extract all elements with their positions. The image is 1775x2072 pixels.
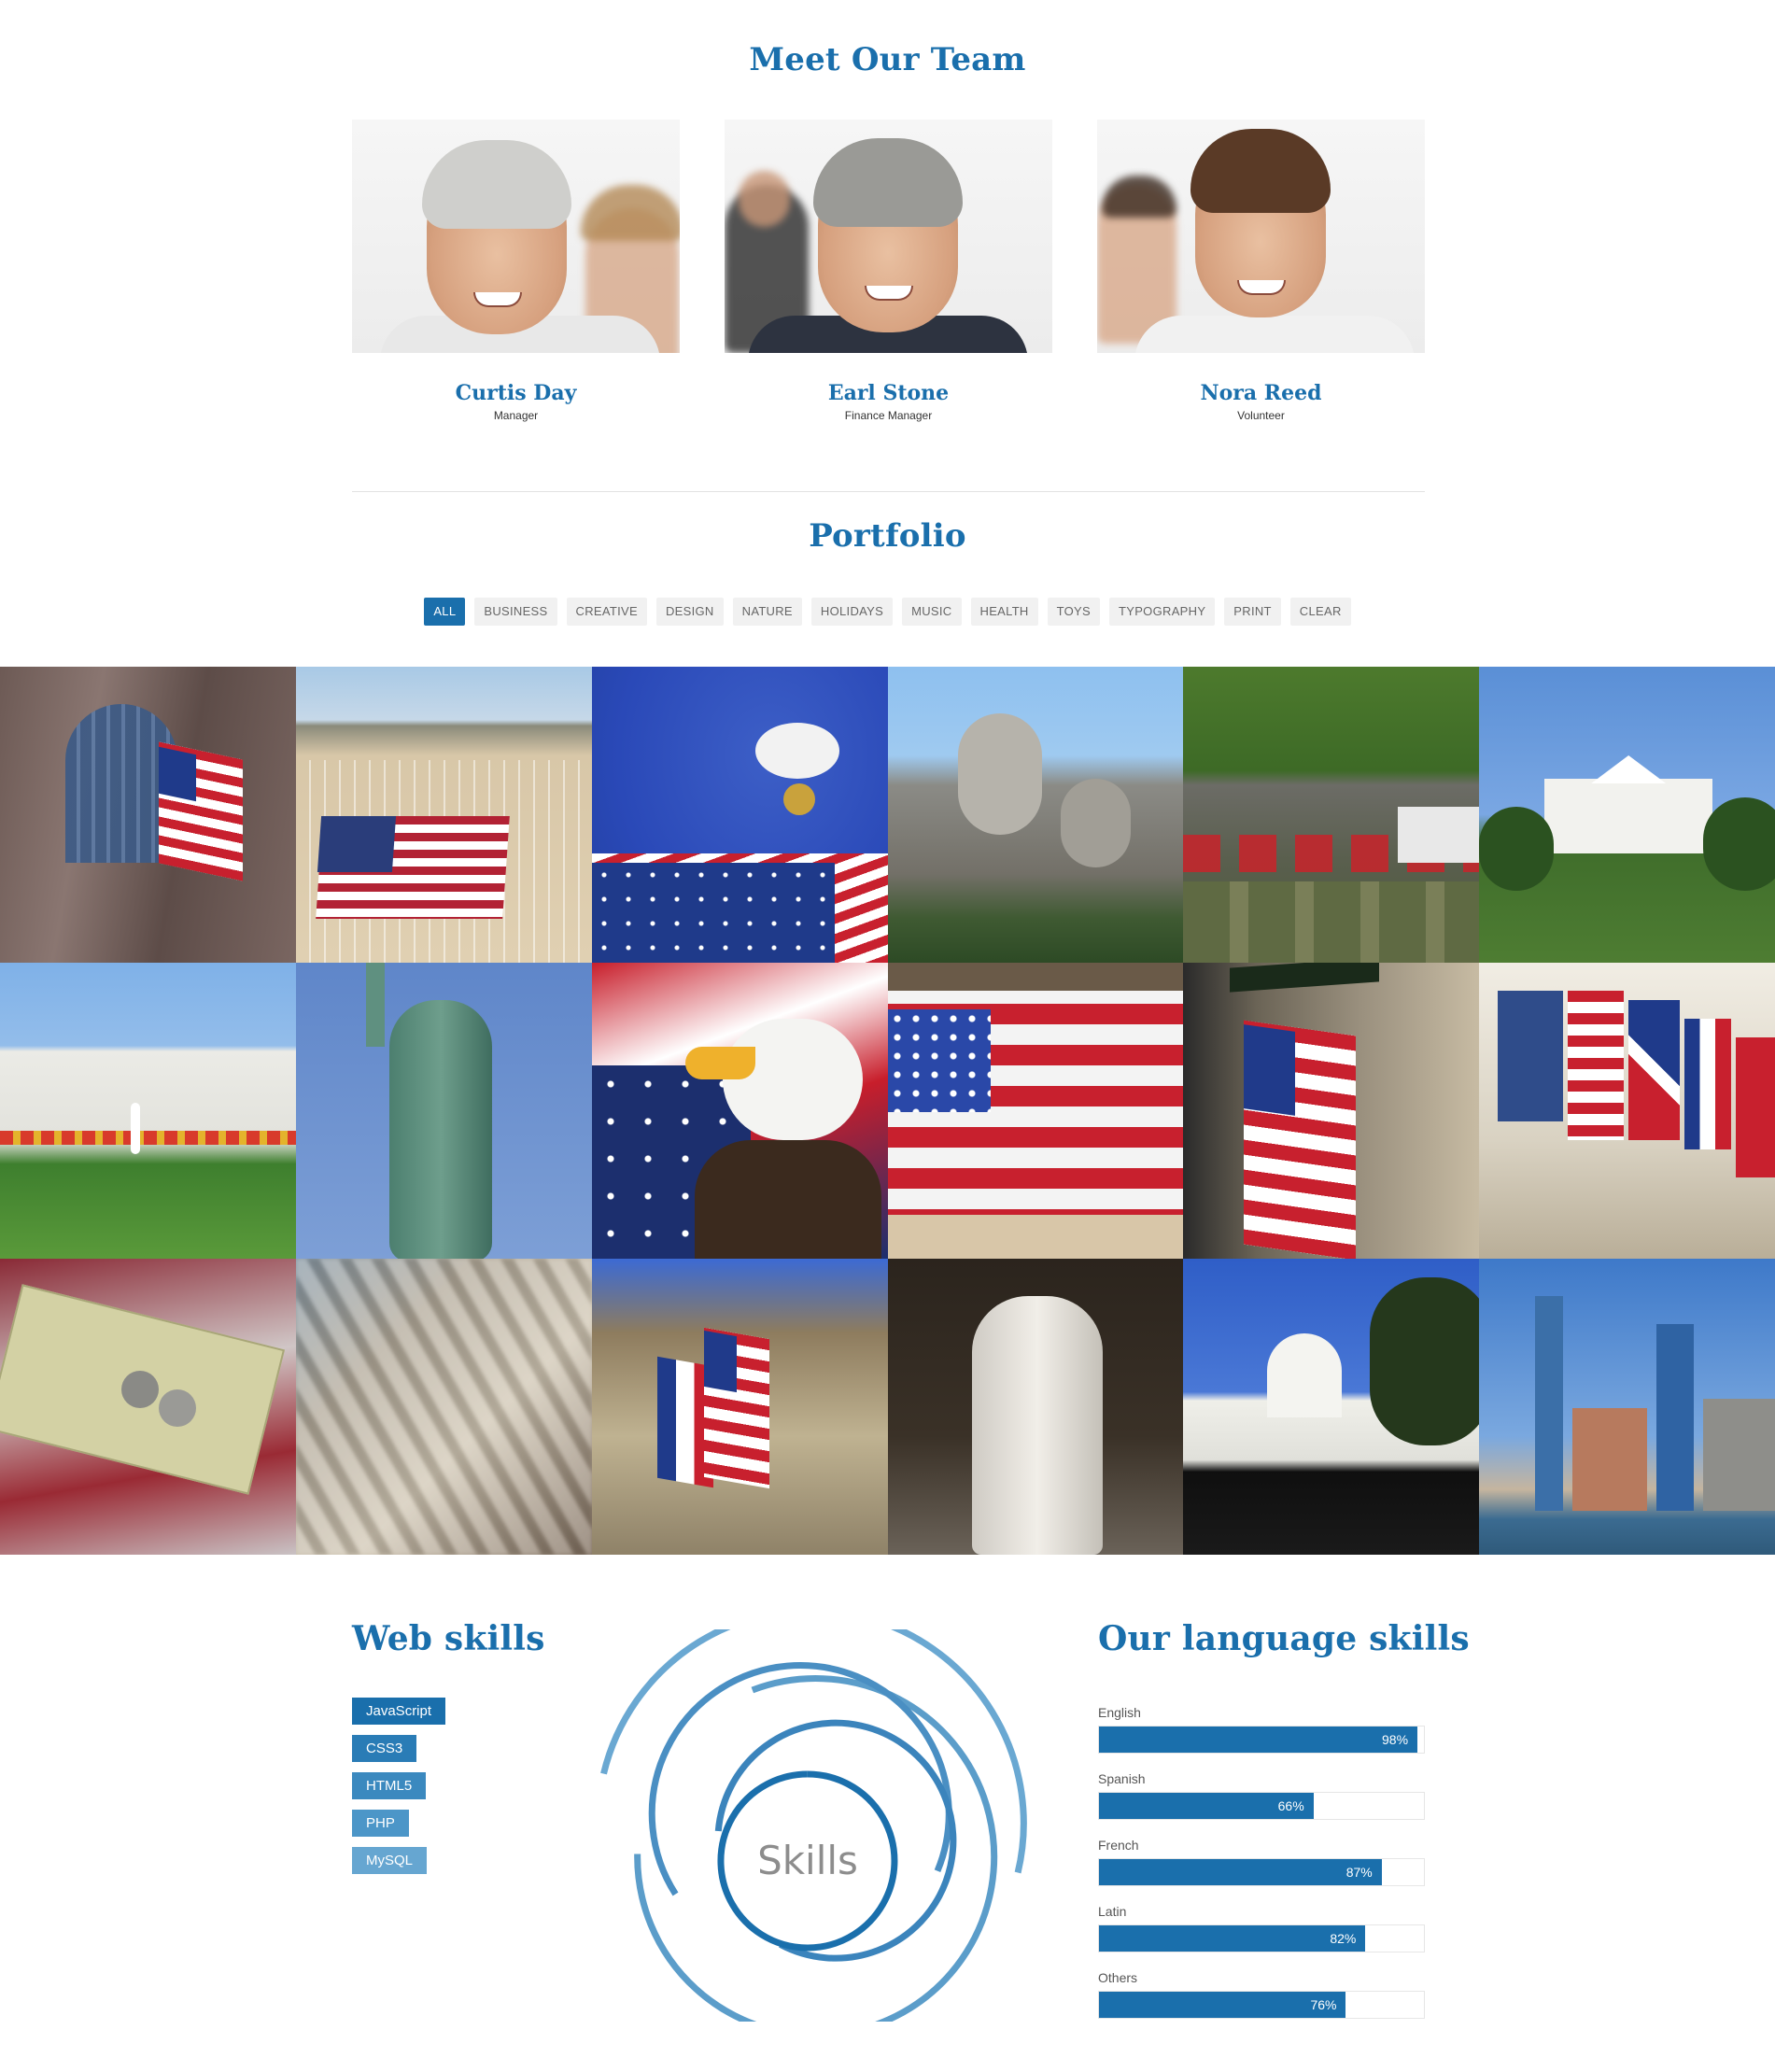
skill-tag-mysql: MySQL: [352, 1847, 428, 1874]
language-skills-title: Our language skills: [1098, 1619, 1470, 1658]
progress-value: 66%: [1277, 1798, 1304, 1813]
progress-track: 87%: [1098, 1858, 1425, 1886]
portfolio-item-wall-street-flags[interactable]: [1183, 963, 1480, 1259]
progress-track: 76%: [1098, 1991, 1425, 2019]
language-skill: French 87%: [1098, 1838, 1425, 1886]
portfolio-item-cathedral-flag[interactable]: [0, 667, 296, 963]
filter-holidays[interactable]: Holidays: [810, 598, 894, 626]
team-member-card: Curtis Day Manager: [352, 120, 680, 422]
team-members: Curtis Day Manager Earl Stone Finance Ma…: [352, 120, 1425, 437]
filter-all[interactable]: All: [424, 598, 466, 626]
progress-track: 82%: [1098, 1924, 1425, 1952]
skill-tag-css3: CSS3: [352, 1735, 417, 1762]
filter-clear[interactable]: Clear: [1289, 598, 1351, 626]
portfolio-item-white-house-north[interactable]: [1479, 667, 1775, 963]
portfolio-filters: All Business Creative Design Nature Holi…: [0, 598, 1775, 626]
portfolio-item-beach-flag-crosses[interactable]: [295, 667, 592, 963]
language-label: French: [1098, 1838, 1139, 1853]
filter-health[interactable]: Health: [970, 598, 1038, 626]
skill-tag-php: PHP: [352, 1810, 409, 1837]
skills-circle-label: Skills: [757, 1838, 858, 1883]
portfolio-item-soldiers-ceremony[interactable]: [1183, 667, 1480, 963]
team-section-title: Meet Our Team: [749, 41, 1026, 78]
skill-tag-javascript: JavaScript: [352, 1698, 446, 1725]
portfolio-item-city-tilt-shift[interactable]: [295, 1259, 592, 1555]
language-label: English: [1098, 1705, 1141, 1720]
web-skills-title: Web skills: [352, 1619, 545, 1658]
portfolio-item-white-house-fountain[interactable]: [0, 963, 296, 1259]
portfolio-item-mount-rushmore[interactable]: [887, 667, 1184, 963]
filter-print[interactable]: Print: [1224, 598, 1281, 626]
team-member-role: Finance Manager: [844, 409, 933, 422]
portfolio-item-seagull-flag[interactable]: [591, 667, 888, 963]
portfolio-item-eagle-flag[interactable]: [591, 963, 888, 1259]
filter-music[interactable]: Music: [902, 598, 962, 626]
progress-value: 87%: [1345, 1865, 1373, 1880]
progress-fill: 87%: [1099, 1859, 1382, 1885]
language-label: Latin: [1098, 1904, 1127, 1919]
filter-typography[interactable]: Typography: [1109, 598, 1216, 626]
portfolio-item-lincoln-memorial[interactable]: [887, 1259, 1184, 1555]
progress-track: 66%: [1098, 1792, 1425, 1820]
language-skill: English 98%: [1098, 1705, 1425, 1754]
team-member-name: Curtis Day: [455, 381, 577, 405]
skill-tag-html5: HTML5: [352, 1772, 427, 1799]
team-member-card: Earl Stone Finance Manager: [725, 120, 1052, 422]
progress-value: 98%: [1382, 1732, 1409, 1747]
portfolio-item-flag-stock-exchange[interactable]: [887, 963, 1184, 1259]
language-skill: Spanish 66%: [1098, 1771, 1425, 1820]
portfolio-item-us-capitol[interactable]: [1183, 1259, 1480, 1555]
portfolio-item-dollars-on-flag[interactable]: [0, 1259, 296, 1555]
progress-fill: 66%: [1099, 1793, 1314, 1819]
language-skills-list: English 98% Spanish 66% French 87% Latin…: [1098, 1705, 1425, 2037]
language-label: Others: [1098, 1970, 1138, 1985]
filter-creative[interactable]: Creative: [566, 598, 647, 626]
team-member-photo: [352, 120, 680, 353]
portfolio-item-nato-flags-building[interactable]: [1479, 963, 1775, 1259]
filter-design[interactable]: Design: [655, 598, 724, 626]
filter-business[interactable]: Business: [474, 598, 557, 626]
progress-value: 82%: [1330, 1931, 1357, 1946]
filter-nature[interactable]: Nature: [732, 598, 802, 626]
progress-value: 76%: [1310, 1997, 1337, 2012]
team-member-role: Manager: [493, 409, 539, 422]
team-member-name: Nora Reed: [1200, 381, 1322, 405]
filter-toys[interactable]: Toys: [1047, 598, 1100, 626]
language-label: Spanish: [1098, 1771, 1146, 1786]
language-skill: Others 76%: [1098, 1970, 1425, 2019]
progress-fill: 98%: [1099, 1727, 1418, 1753]
progress-fill: 82%: [1099, 1925, 1366, 1952]
portfolio-item-french-american-flags[interactable]: [591, 1259, 888, 1555]
language-skill: Latin 82%: [1098, 1904, 1425, 1952]
section-divider: [352, 491, 1425, 492]
team-member-name: Earl Stone: [827, 381, 950, 405]
portfolio-section-title: Portfolio: [809, 517, 966, 555]
portfolio-item-new-york-skyline[interactable]: [1479, 1259, 1775, 1555]
team-member-card: Nora Reed Volunteer: [1097, 120, 1425, 422]
portfolio-grid: [0, 667, 1775, 1555]
web-skills-tags: JavaScript CSS3 HTML5 PHP MySQL: [352, 1698, 446, 1884]
progress-fill: 76%: [1099, 1992, 1346, 2018]
progress-track: 98%: [1098, 1726, 1425, 1754]
portfolio-item-statue-of-liberty[interactable]: [295, 963, 592, 1259]
team-member-photo: [725, 120, 1052, 353]
skills-circles-chart: Skills: [600, 1629, 1027, 2022]
team-member-role: Volunteer: [1237, 409, 1285, 422]
team-member-photo: [1097, 120, 1425, 353]
